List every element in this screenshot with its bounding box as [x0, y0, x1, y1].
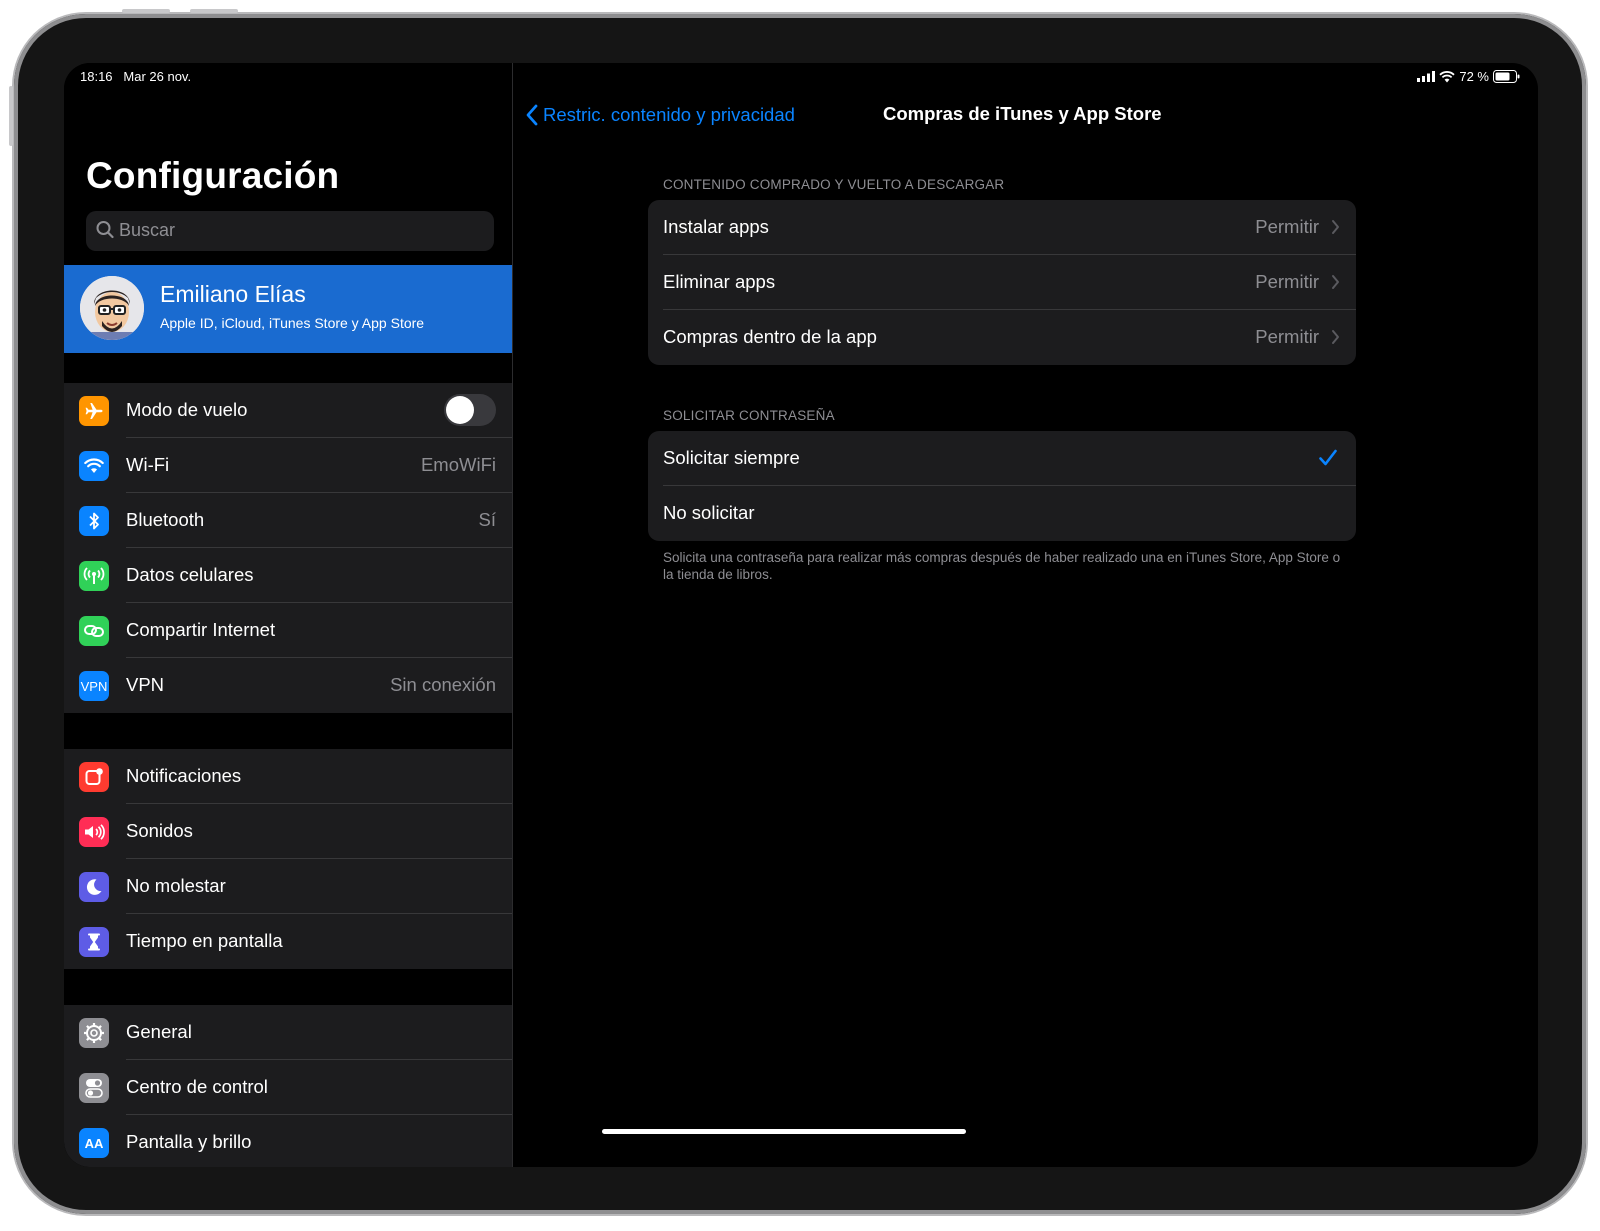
- row-label: Instalar apps: [663, 216, 769, 237]
- delete-apps-row[interactable]: Eliminar apps Permitir: [648, 255, 1356, 310]
- settings-group-notifications: Notificaciones Sonidos No molestar Tiemp…: [64, 749, 512, 969]
- sidebar-item-cellular[interactable]: Datos celulares: [64, 548, 512, 603]
- purchased-content-card: Instalar apps Permitir Eliminar apps Per…: [648, 200, 1356, 365]
- airplane-mode-toggle[interactable]: [444, 394, 496, 426]
- sidebar-item-label: Sonidos: [126, 820, 193, 841]
- sidebar-item-control-center[interactable]: Centro de control: [64, 1060, 512, 1115]
- chevron-right-icon: [1332, 330, 1339, 344]
- sounds-icon: [79, 817, 109, 847]
- checkmark-icon: [1319, 449, 1337, 466]
- wifi-status-icon: [1439, 70, 1455, 82]
- search-icon: [96, 221, 114, 239]
- sidebar-item-bluetooth[interactable]: Bluetooth Sí: [64, 493, 512, 548]
- section-header-password: SOLICITAR CONTRASEÑA: [663, 408, 835, 423]
- sidebar-item-personal-hotspot[interactable]: Compartir Internet: [64, 603, 512, 658]
- status-indicators: 72 %: [1417, 69, 1520, 84]
- sidebar-item-vpn[interactable]: VPN VPN Sin conexión: [64, 658, 512, 713]
- page-title: Compras de iTunes y App Store: [883, 103, 1162, 124]
- top-button: [122, 9, 170, 13]
- install-apps-row[interactable]: Instalar apps Permitir: [648, 200, 1356, 255]
- gear-icon: [79, 1018, 109, 1048]
- switches-icon: [79, 1073, 109, 1103]
- battery-percent: 72 %: [1459, 69, 1489, 84]
- profile-subtitle: Apple ID, iCloud, iTunes Store y App Sto…: [160, 315, 425, 331]
- search-placeholder: Buscar: [119, 220, 176, 240]
- password-footer-note: Solicita una contraseña para realizar má…: [663, 550, 1341, 582]
- sidebar-item-sounds[interactable]: Sonidos: [64, 804, 512, 859]
- wifi-icon: [79, 451, 109, 481]
- always-require-row[interactable]: Solicitar siempre: [648, 431, 1356, 486]
- side-button: [9, 86, 13, 146]
- display-icon: AA: [79, 1128, 109, 1158]
- vpn-icon: VPN: [79, 671, 109, 701]
- back-button-label: Restric. contenido y privacidad: [543, 104, 795, 125]
- detail-pane: Restric. contenido y privacidad Compras …: [513, 63, 1538, 1167]
- sidebar-item-label: Pantalla y brillo: [126, 1131, 252, 1152]
- row-value: Permitir: [1255, 271, 1319, 292]
- airplane-icon: [79, 396, 109, 426]
- bluetooth-value: Sí: [478, 509, 496, 530]
- sidebar-item-label: Tiempo en pantalla: [126, 930, 283, 951]
- sidebar-item-label: Compartir Internet: [126, 619, 276, 640]
- row-label: Compras dentro de la app: [663, 326, 877, 347]
- home-indicator[interactable]: [602, 1129, 966, 1134]
- sidebar-item-display-brightness[interactable]: AA Pantalla y brillo: [64, 1115, 512, 1167]
- settings-group-general: General Centro de control AA Pantalla y …: [64, 1005, 512, 1167]
- sidebar-item-label: Modo de vuelo: [126, 399, 248, 420]
- sidebar-item-do-not-disturb[interactable]: No molestar: [64, 859, 512, 914]
- sidebar-item-label: Centro de control: [126, 1076, 268, 1097]
- hotspot-icon: [79, 616, 109, 646]
- sidebar-item-label: VPN: [126, 674, 165, 695]
- section-header-purchased: CONTENIDO COMPRADO Y VUELTO A DESCARGAR: [663, 177, 1005, 192]
- row-value: Permitir: [1255, 216, 1319, 237]
- moon-icon: [79, 872, 109, 902]
- hourglass-icon: [79, 927, 109, 957]
- sidebar: Configuración Buscar Emiliano Elías Appl…: [64, 63, 512, 1167]
- status-date: Mar 26 nov.: [123, 69, 192, 84]
- top-button: [190, 9, 238, 13]
- chevron-left-icon: [526, 104, 538, 126]
- row-value: Permitir: [1255, 326, 1319, 347]
- status-time: 18:16 Mar 26 nov.: [80, 69, 192, 84]
- notifications-icon: [79, 762, 109, 792]
- back-button[interactable]: Restric. contenido y privacidad: [525, 103, 795, 127]
- sidebar-item-wifi[interactable]: Wi-Fi EmoWiFi: [64, 438, 512, 493]
- chevron-right-icon: [1332, 275, 1339, 289]
- sidebar-item-notifications[interactable]: Notificaciones: [64, 749, 512, 804]
- avatar: [80, 276, 144, 340]
- sidebar-item-label: Datos celulares: [126, 564, 254, 585]
- sidebar-item-label: Bluetooth: [126, 509, 205, 530]
- in-app-purchases-row[interactable]: Compras dentro de la app Permitir: [648, 310, 1356, 365]
- sidebar-item-screen-time[interactable]: Tiempo en pantalla: [64, 914, 512, 969]
- sidebar-title: Configuración: [86, 155, 340, 196]
- battery-icon: [1493, 70, 1520, 83]
- cellular-signal-icon: [1417, 71, 1436, 82]
- row-label: No solicitar: [663, 502, 755, 523]
- sidebar-item-label: Wi-Fi: [126, 454, 170, 475]
- cellular-icon: [79, 561, 109, 591]
- vpn-status-value: Sin conexión: [390, 674, 496, 695]
- row-label: Solicitar siempre: [663, 447, 800, 468]
- sidebar-item-label: Notificaciones: [126, 765, 242, 786]
- sidebar-item-label: General: [126, 1021, 192, 1042]
- search-input[interactable]: Buscar: [86, 211, 494, 251]
- wifi-network-value: EmoWiFi: [420, 454, 496, 475]
- chevron-right-icon: [1332, 220, 1339, 234]
- row-label: Eliminar apps: [663, 271, 776, 292]
- bluetooth-icon: [79, 506, 109, 536]
- require-password-card: Solicitar siempre No solicitar: [648, 431, 1356, 541]
- screen: 18:16 Mar 26 nov. 72 % Configuración Bus…: [64, 63, 1538, 1167]
- toggle-knob: [446, 396, 474, 424]
- settings-group-connectivity: Modo de vuelo Wi-Fi EmoWiFi Bluetooth Sí: [64, 383, 512, 713]
- profile-row[interactable]: Emiliano Elías Apple ID, iCloud, iTunes …: [64, 265, 512, 353]
- sidebar-item-label: No molestar: [126, 875, 226, 896]
- sidebar-item-general[interactable]: General: [64, 1005, 512, 1060]
- dont-require-row[interactable]: No solicitar: [648, 486, 1356, 541]
- sidebar-item-airplane-mode[interactable]: Modo de vuelo: [64, 383, 512, 438]
- profile-name: Emiliano Elías: [160, 281, 306, 307]
